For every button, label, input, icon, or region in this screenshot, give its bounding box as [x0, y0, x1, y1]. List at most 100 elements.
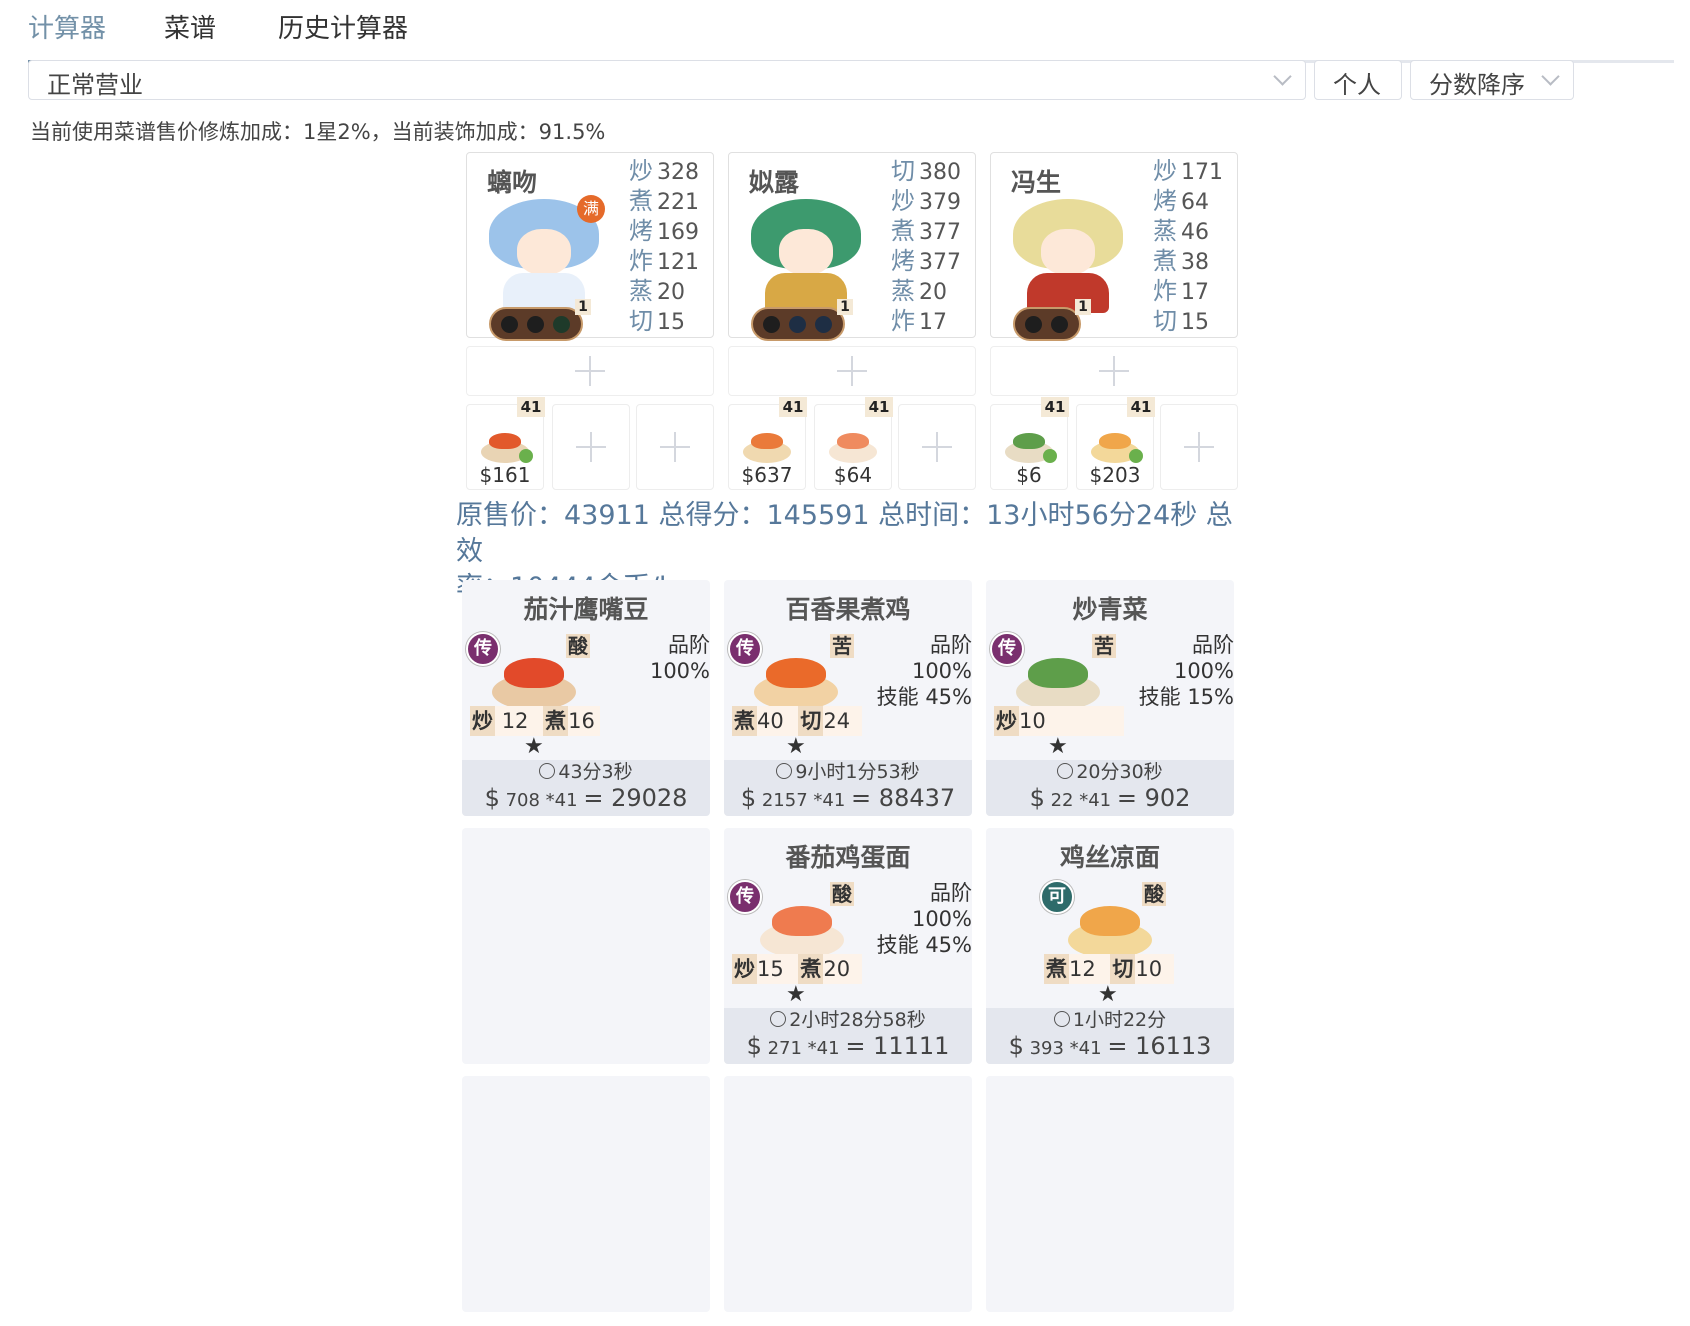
- tab-calculator[interactable]: 计算器: [28, 8, 106, 45]
- recipe-name: 炒青菜: [1072, 595, 1148, 624]
- equipment-slots[interactable]: [489, 307, 583, 341]
- chef-name: 冯生: [1011, 168, 1062, 197]
- chef-card[interactable]: 螭吻 满 1 炒 328 煮 221 烤 169 炸 121 蒸 20 切 15: [466, 152, 714, 341]
- star-icon: ★: [786, 734, 806, 759]
- chef-name: 螭吻: [487, 168, 538, 197]
- recipe-price: $161: [479, 463, 531, 487]
- chef-stats: 切 380 炒 379 煮 377 烤 377 蒸 20 炸 17: [891, 157, 961, 335]
- flavor-badge: 苦: [830, 634, 854, 658]
- scope-value: 个人: [1333, 71, 1381, 99]
- recipe-grade: 品阶 100% 技能 45%: [876, 881, 972, 957]
- recipe-quantity: 41: [1041, 397, 1069, 417]
- recipe-price: $637: [741, 463, 793, 487]
- check-icon: [519, 449, 533, 463]
- recipe-card[interactable]: 番茄鸡蛋面 传 酸 品阶 100% 技能 45% 炒15 煮20 ★ 2小时28分…: [724, 828, 972, 1064]
- equipment-slots[interactable]: [1013, 307, 1081, 341]
- equipment-slots[interactable]: [751, 307, 845, 341]
- recipe-grade: 品阶 100% 技能 45%: [876, 633, 972, 709]
- plus-icon: [576, 432, 606, 462]
- add-recipe-button[interactable]: [1160, 404, 1238, 490]
- tab-recipes[interactable]: 菜谱: [164, 8, 216, 45]
- recipe-name: 鸡丝凉面: [1059, 843, 1160, 872]
- recipe-grade: 品阶 100%: [649, 633, 710, 683]
- recipe-quantity: 41: [1127, 397, 1155, 417]
- empty-recipe-card[interactable]: [724, 1076, 972, 1312]
- chef-card[interactable]: 冯生 1 炒 171 烤 64 蒸 46 煮 38 炸 17 切 15: [990, 152, 1238, 341]
- recipe-slot[interactable]: 41 $64: [814, 397, 893, 490]
- recipe-price: $203: [1089, 463, 1141, 487]
- plus-icon: [1099, 356, 1129, 386]
- clock-icon: [770, 1011, 787, 1027]
- recipe-total: 11111: [873, 1032, 950, 1060]
- add-chef-slot-button[interactable]: [990, 346, 1238, 396]
- add-chef-slot-button[interactable]: [466, 346, 714, 396]
- recipe-slot[interactable]: 41 $161: [466, 397, 545, 490]
- plus-icon: [1184, 432, 1214, 462]
- empty-recipe-card[interactable]: [986, 1076, 1234, 1312]
- chef-level: 1: [575, 299, 591, 315]
- recipe-name: 番茄鸡蛋面: [785, 843, 911, 872]
- tab-history[interactable]: 历史计算器: [278, 8, 408, 45]
- add-recipe-button[interactable]: [552, 404, 630, 490]
- recipe-footer: 20分30秒 $ 22 *41 = 902: [986, 760, 1234, 816]
- recipe-card[interactable]: 炒青菜 传 苦 品阶 100% 技能 15% 炒10 ★ 20分30秒 $ 22 …: [986, 580, 1234, 816]
- chef-stats: 炒 328 煮 221 烤 169 炸 121 蒸 20 切 15: [629, 157, 699, 335]
- clock-icon: [1053, 1011, 1070, 1027]
- recipe-footer: 1小时22分 $ 393 *41 = 16113: [986, 1008, 1234, 1064]
- chef-stats: 炒 171 烤 64 蒸 46 煮 38 炸 17 切 15: [1153, 157, 1223, 335]
- sort-value: 分数降序: [1429, 71, 1525, 99]
- clock-icon: [776, 763, 793, 779]
- recipe-footer: 9小时1分53秒 $ 2157 *41 = 88437: [724, 760, 972, 816]
- recipe-footer: 2小时28分58秒 $ 271 *41 = 11111: [724, 1008, 972, 1064]
- chef-portrait: [1013, 199, 1123, 313]
- mode-value: 正常营业: [47, 71, 143, 99]
- plus-icon: [922, 432, 952, 462]
- add-recipe-button[interactable]: [898, 404, 976, 490]
- recipe-quantity: 41: [517, 397, 545, 417]
- recipe-price: $64: [833, 463, 873, 487]
- flavor-badge: 酸: [1142, 882, 1166, 906]
- skill-requirements: 煮12 切10: [1044, 954, 1174, 984]
- recipe-slot[interactable]: 41 $203: [1076, 397, 1155, 490]
- plus-icon: [837, 356, 867, 386]
- plus-icon: [575, 356, 605, 386]
- chef-portrait: [751, 199, 861, 313]
- dish-icon: [492, 656, 576, 710]
- skill-requirements: 炒10: [994, 706, 1124, 736]
- recipe-slot[interactable]: 41 $6: [990, 397, 1069, 490]
- skill-requirements: 炒 12 煮16: [470, 706, 600, 736]
- recipe-card[interactable]: 百香果煮鸡 传 苦 品阶 100% 技能 45% 煮40 切24 ★ 9小时1分5…: [724, 580, 972, 816]
- recipe-price: $6: [1016, 463, 1042, 487]
- skill-requirements: 煮40 切24: [732, 706, 862, 736]
- add-chef-slot-button[interactable]: [728, 346, 976, 396]
- dish-icon: [1016, 656, 1100, 710]
- sort-select[interactable]: 分数降序: [1410, 60, 1574, 100]
- skill-requirements: 炒15 煮20: [732, 954, 862, 984]
- chef-card[interactable]: 姒露 1 切 380 炒 379 煮 377 烤 377 蒸 20 炸 17: [728, 152, 976, 341]
- recipe-footer: 43分3秒 $ 708 *41 = 29028: [462, 760, 710, 816]
- dish-icon: [829, 433, 877, 463]
- dish-icon: [743, 433, 791, 463]
- check-icon: [1129, 449, 1143, 463]
- recipe-slot[interactable]: 41 $637: [728, 397, 807, 490]
- empty-recipe-card[interactable]: [462, 828, 710, 1064]
- recipe-time: 1小时22分: [1072, 1009, 1167, 1031]
- flavor-badge: 苦: [1092, 634, 1116, 658]
- star-icon: ★: [1048, 734, 1068, 759]
- full-badge: 满: [577, 195, 605, 223]
- chevron-down-icon: [1273, 67, 1292, 86]
- recipe-card[interactable]: 鸡丝凉面 可 酸 煮12 切10 ★ 1小时22分 $ 393 *41 = 16…: [986, 828, 1234, 1064]
- recipe-time: 20分30秒: [1076, 761, 1163, 783]
- scope-select[interactable]: 个人: [1314, 60, 1402, 100]
- recipe-quantity: 41: [865, 397, 893, 417]
- recipe-time: 2小时28分58秒: [789, 1009, 926, 1031]
- check-icon: [1043, 449, 1057, 463]
- star-icon: ★: [1098, 982, 1118, 1007]
- empty-recipe-card[interactable]: [462, 1076, 710, 1312]
- dish-icon: [760, 904, 844, 958]
- summary-line-1: 原售价：43911 总得分：145591 总时间：13小时56分24秒 总效: [456, 500, 1233, 567]
- chef-level: 1: [1075, 299, 1091, 315]
- mode-select[interactable]: 正常营业: [28, 60, 1306, 100]
- add-recipe-button[interactable]: [636, 404, 714, 490]
- recipe-card[interactable]: 茄汁鹰嘴豆 传 酸 品阶 100% 炒 12 煮16 ★ 43分3秒 $ 708…: [462, 580, 710, 816]
